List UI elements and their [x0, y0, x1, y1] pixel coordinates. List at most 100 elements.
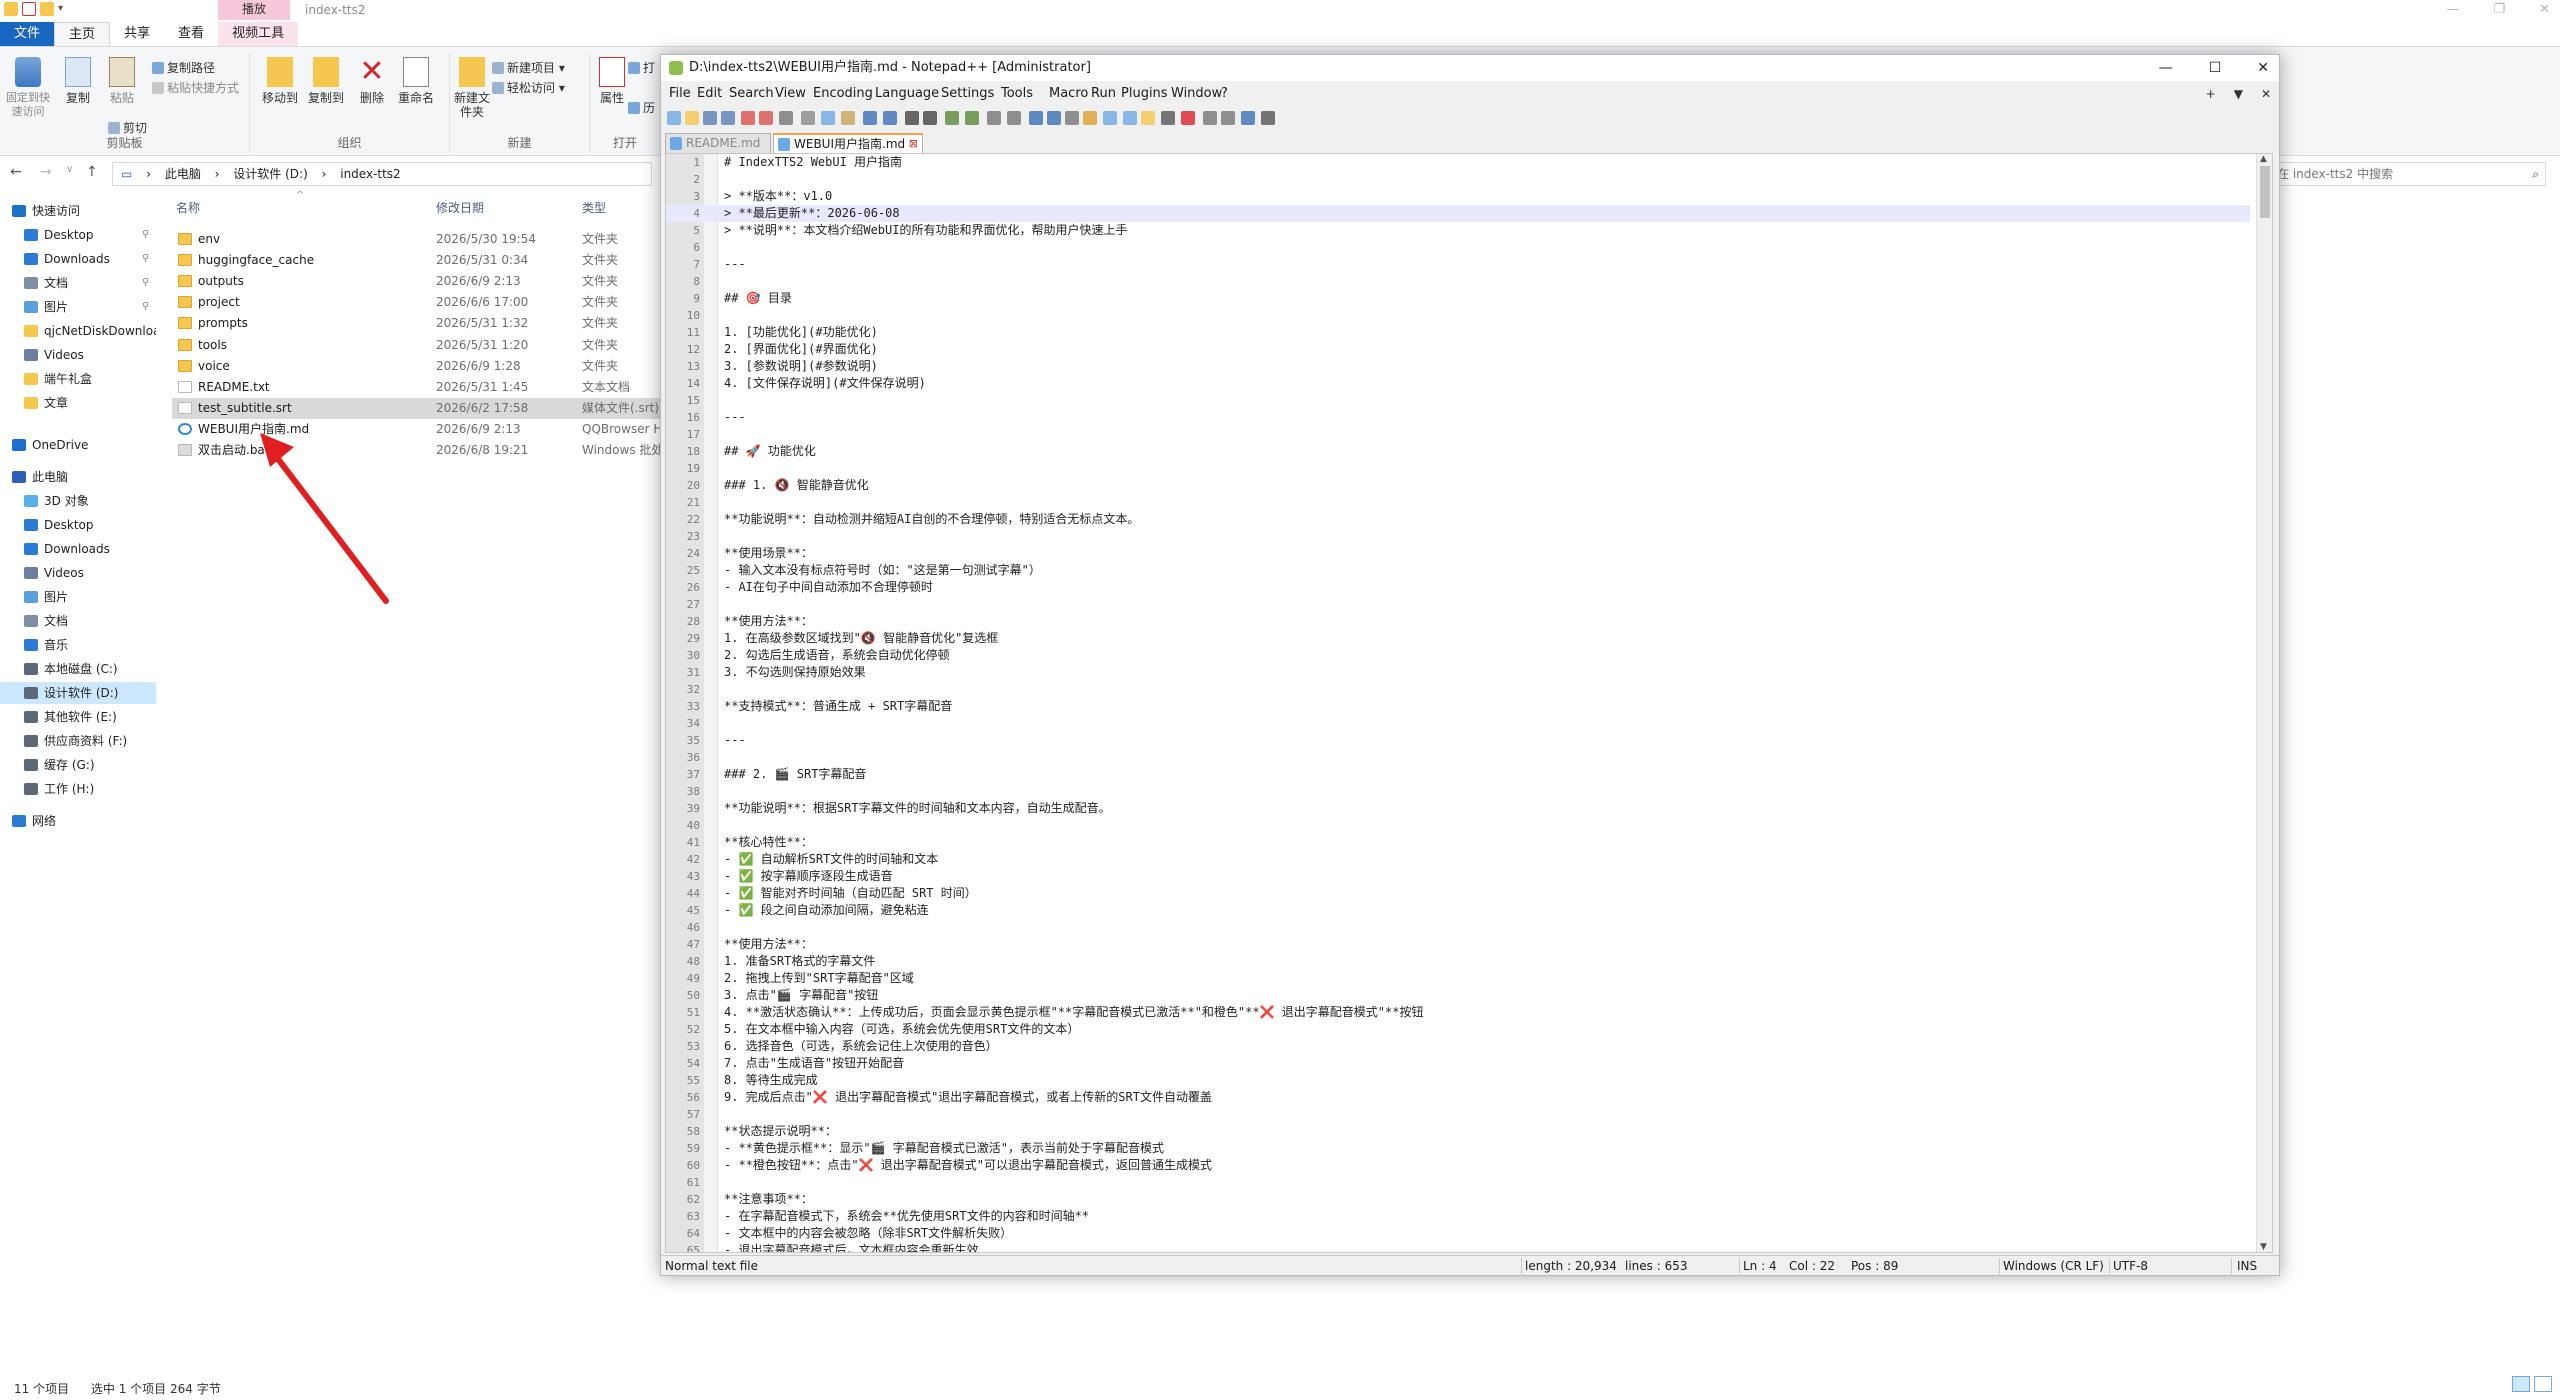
record-macro-icon[interactable] [1181, 111, 1195, 125]
menu-item[interactable]: Window [1171, 83, 1222, 105]
scrollbar-thumb[interactable] [2260, 166, 2270, 218]
breadcrumb-item[interactable]: index-tts2 [340, 167, 400, 181]
vertical-scrollbar[interactable]: ▲ ▼ [2256, 154, 2272, 1252]
menu-item[interactable]: Settings [941, 83, 994, 105]
show-all-chars-icon[interactable] [1047, 111, 1061, 125]
nav-item[interactable]: 网络 [0, 810, 156, 832]
menu-item[interactable]: Search [729, 83, 774, 105]
nav-item[interactable]: 缓存 (G:) [0, 754, 156, 776]
nav-item[interactable]: 供应商资料 (F:) [0, 730, 156, 752]
insert-mode[interactable]: INS [2237, 1256, 2257, 1276]
copy-button[interactable]: 复制 [56, 57, 100, 105]
close-icon[interactable]: ✕ [2257, 55, 2269, 81]
menu-item[interactable]: Edit [697, 83, 722, 105]
tab-video-tools[interactable]: 视频工具 [218, 22, 299, 46]
nav-item[interactable]: 此电脑 [0, 466, 156, 488]
scroll-down-icon[interactable]: ▼ [2260, 1242, 2267, 1252]
save-all-icon[interactable] [721, 111, 735, 125]
file-row[interactable]: tools 2026/5/31 1:20 文件夹 [172, 335, 662, 356]
open-file-icon[interactable] [685, 111, 699, 125]
context-tab-play[interactable]: 播放 [218, 0, 290, 20]
file-row[interactable]: WEBUI用户指南.md2026/6/9 2:13QQBrowser HTML [172, 419, 662, 440]
forward-arrow-icon[interactable]: → [40, 164, 52, 180]
doc-map-icon[interactable] [1103, 111, 1117, 125]
menu-item[interactable]: ? [1221, 83, 1228, 105]
nav-item[interactable]: Videos [0, 344, 156, 366]
delete-button[interactable]: ✕ 删除 [350, 57, 394, 106]
close-doc-icon[interactable]: ✕ [2261, 83, 2271, 105]
minimize-icon[interactable]: — [2446, 2, 2459, 17]
copy-path-button[interactable]: 复制路径 [152, 59, 215, 76]
nav-item[interactable]: 图片 ⚲ [0, 296, 156, 318]
new-folder-icon[interactable] [40, 2, 54, 16]
file-row[interactable]: huggingface_cache 2026/5/31 0:34 文件夹 [172, 250, 662, 271]
file-row[interactable]: 双击启动.bat2026/6/8 19:21Windows 批处理 [172, 440, 662, 461]
sync-horizontal-icon[interactable] [1007, 111, 1021, 125]
stop-macro-icon[interactable] [1203, 111, 1217, 125]
restore-icon[interactable]: ❐ [2493, 2, 2505, 17]
address-bar[interactable]: ▭ › 此电脑 › 设计软件 (D:) › index-tts2 [112, 162, 652, 186]
back-arrow-icon[interactable]: ← [10, 164, 22, 180]
maximize-icon[interactable]: ☐ [2209, 55, 2222, 81]
menu-item[interactable]: Tools [1001, 83, 1033, 105]
nav-item[interactable]: Downloads [0, 538, 156, 560]
move-to-button[interactable]: 移动到 [258, 57, 302, 105]
file-row[interactable]: test_subtitle.srt 2026/6/2 17:58 媒体文件(.srt… [172, 397, 662, 419]
up-arrow-icon[interactable]: ↑ [86, 164, 98, 180]
print-icon[interactable] [779, 111, 793, 125]
tab-home[interactable]: 主页 [54, 22, 111, 46]
close-tab-icon[interactable]: ⊠ [909, 135, 918, 153]
menu-item[interactable]: Run [1091, 83, 1116, 105]
rename-button[interactable]: 重命名 [394, 57, 438, 105]
indent-guide-icon[interactable] [1065, 111, 1079, 125]
file-row[interactable]: voice 2026/6/9 1:28 文件夹 [172, 356, 662, 377]
chevron-down-icon[interactable]: ∨ [66, 164, 73, 175]
sync-vertical-icon[interactable] [987, 111, 1001, 125]
nav-item[interactable]: Videos [0, 562, 156, 584]
nav-item[interactable]: OneDrive [0, 434, 156, 456]
tab-share[interactable]: 共享 [110, 22, 164, 46]
undo-icon[interactable] [863, 111, 877, 125]
replace-icon[interactable] [923, 111, 937, 125]
tab-webui-guide[interactable]: WEBUI用户指南.md ⊠ [773, 133, 923, 153]
udl-icon[interactable] [1083, 111, 1097, 125]
minimize-icon[interactable]: — [2159, 55, 2173, 81]
file-row[interactable]: README.txt 2026/5/31 1:45 文本文档 [172, 377, 662, 398]
folder-icon[interactable] [4, 2, 18, 16]
search-input[interactable]: 在 index-tts2 中搜索 ⌕ [2262, 162, 2546, 186]
close-icon[interactable] [741, 111, 755, 125]
nav-item[interactable]: 音乐 [0, 634, 156, 656]
nav-item[interactable]: 3D 对象 [0, 490, 156, 512]
menu-item[interactable]: Macro [1049, 83, 1088, 105]
redo-icon[interactable] [883, 111, 897, 125]
eol-format[interactable]: Windows (CR LF) [2003, 1256, 2104, 1276]
pin-icon[interactable]: ⚲ [142, 248, 149, 270]
properties-icon[interactable] [22, 2, 36, 16]
menu-item[interactable]: View [775, 83, 806, 105]
nav-item[interactable]: 本地磁盘 (C:) [0, 658, 156, 680]
nav-item[interactable]: Desktop ⚲ [0, 224, 156, 246]
nav-item[interactable]: 文档 ⚲ [0, 272, 156, 294]
nav-item[interactable]: 端午礼盒 [0, 368, 156, 390]
zoom-in-icon[interactable] [945, 111, 959, 125]
menu-item[interactable]: Encoding [813, 83, 873, 105]
pin-icon[interactable]: ⚲ [142, 272, 149, 294]
easy-access-button[interactable]: 轻松访问 ▾ [492, 79, 565, 96]
paste-shortcut-button[interactable]: 粘贴快捷方式 [152, 79, 239, 96]
find-icon[interactable] [905, 111, 919, 125]
save-icon[interactable] [703, 111, 717, 125]
file-row[interactable]: env 2026/5/30 19:54 文件夹 [172, 229, 662, 250]
nav-item[interactable]: Downloads ⚲ [0, 248, 156, 270]
word-wrap-icon[interactable] [1029, 111, 1043, 125]
zoom-out-icon[interactable] [965, 111, 979, 125]
new-file-icon[interactable] [667, 111, 681, 125]
breadcrumb-item[interactable]: 此电脑 [165, 167, 201, 181]
tab-file[interactable]: 文件 [0, 22, 55, 46]
chevron-down-icon[interactable]: ▾ [58, 2, 72, 16]
nav-item[interactable]: 工作 (H:) [0, 778, 156, 800]
save-macro-icon[interactable] [1261, 111, 1275, 125]
tab-readme[interactable]: README.md [665, 133, 771, 153]
menu-item[interactable]: File [669, 83, 691, 105]
history-button[interactable]: 历 [628, 99, 655, 116]
nav-item[interactable]: 快速访问 [0, 200, 156, 222]
